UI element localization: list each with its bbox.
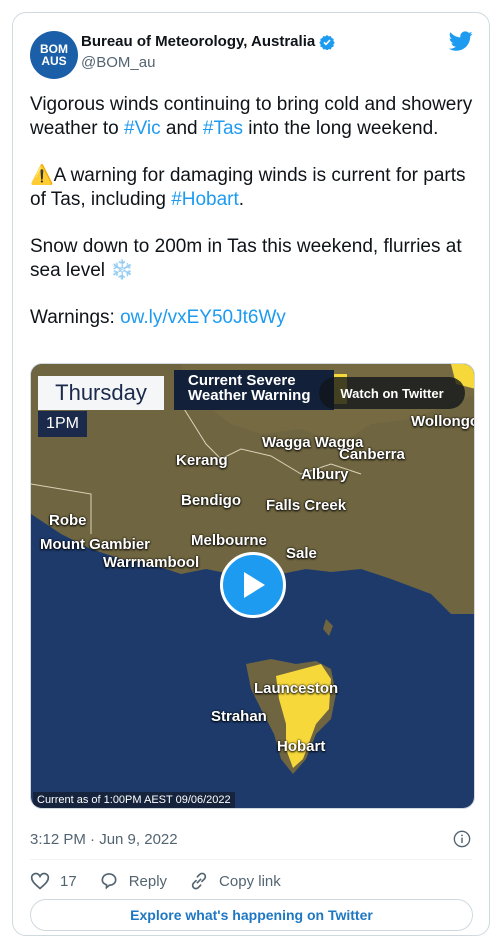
verified-badge-icon <box>319 34 335 50</box>
time-label: 1PM <box>38 411 87 437</box>
map-label-kerang: Kerang <box>176 452 228 469</box>
copy-link-button[interactable]: Copy link <box>189 871 281 891</box>
map-label-sale: Sale <box>286 545 317 562</box>
tweet-actions: 17 Reply Copy link <box>30 871 303 891</box>
tweet-paragraph-2: ⚠️A warning for damaging winds is curren… <box>30 165 466 210</box>
map-label-robe: Robe <box>49 512 87 529</box>
hashtag-hobart-link[interactable]: #Hobart <box>171 189 239 210</box>
hashtag-vic-link[interactable]: #Vic <box>124 118 161 139</box>
reply-button[interactable]: Reply <box>99 871 167 891</box>
play-icon <box>244 572 265 598</box>
map-label-melbourne: Melbourne <box>191 532 267 549</box>
heart-icon <box>30 872 50 890</box>
like-count: 17 <box>60 872 77 890</box>
divider <box>30 859 472 860</box>
tweet-paragraph-4: Warnings: ow.ly/vxEY50Jt6Wy <box>30 307 286 328</box>
reply-label: Reply <box>128 872 168 890</box>
map-label-canberra: Canberra <box>339 446 405 463</box>
map-label-falls-creek: Falls Creek <box>266 497 347 514</box>
map-label-mount-gambier: Mount Gambier <box>40 536 151 553</box>
avatar[interactable]: BOM AUS <box>30 31 78 79</box>
explore-button[interactable]: Explore what's happening on Twitter <box>30 899 473 931</box>
account-name-row[interactable]: Bureau of Meteorology, Australia <box>81 33 335 50</box>
like-button[interactable]: 17 <box>30 871 77 891</box>
tweet-paragraph-1: Vigorous winds continuing to bring cold … <box>30 94 473 139</box>
warnings-link[interactable]: ow.ly/vxEY50Jt6Wy <box>120 307 286 328</box>
avatar-text-bottom: AUS <box>41 54 67 68</box>
tweet-paragraph-3: Snow down to 200m in Tas this weekend, f… <box>30 236 462 281</box>
warning-emoji: ⚠️ <box>30 165 54 186</box>
map-label-albury: Albury <box>301 466 349 483</box>
map-label-warrnambool: Warrnambool <box>103 554 200 571</box>
map-label-launceston: Launceston <box>254 680 339 697</box>
reply-icon <box>101 873 117 890</box>
watch-on-twitter-button[interactable]: Watch on Twitter <box>319 377 465 409</box>
twitter-bird-icon[interactable] <box>449 29 473 53</box>
tweet-timestamp[interactable]: 3:12 PM · Jun 9, 2022 <box>30 831 178 848</box>
map-label-wollongong: Wollongong <box>411 413 474 430</box>
account-handle[interactable]: @BOM_au <box>81 54 155 71</box>
map-label-bendigo: Bendigo <box>181 492 241 509</box>
video-media[interactable]: Wagga Wagga Canberra Wollongong Kerang A… <box>30 363 475 809</box>
tweet-card: BOM AUS Bureau of Meteorology, Australia… <box>12 12 490 936</box>
map-label-strahan: Strahan <box>211 708 267 725</box>
snowflake-emoji: ❄️ <box>110 260 134 281</box>
link-icon <box>191 872 207 890</box>
account-name[interactable]: Bureau of Meteorology, Australia <box>81 33 315 50</box>
map-label-hobart: Hobart <box>277 738 326 755</box>
play-button[interactable] <box>220 552 286 618</box>
hashtag-tas-link[interactable]: #Tas <box>203 118 243 139</box>
info-icon[interactable] <box>453 830 471 848</box>
warning-title: Current Severe Weather Warning <box>174 370 334 410</box>
copy-link-label: Copy link <box>219 872 281 890</box>
tweet-text: Vigorous winds continuing to bring cold … <box>30 93 478 353</box>
current-as-of-label: Current as of 1:00PM AEST 09/06/2022 <box>33 792 235 808</box>
day-label: Thursday <box>38 376 164 410</box>
